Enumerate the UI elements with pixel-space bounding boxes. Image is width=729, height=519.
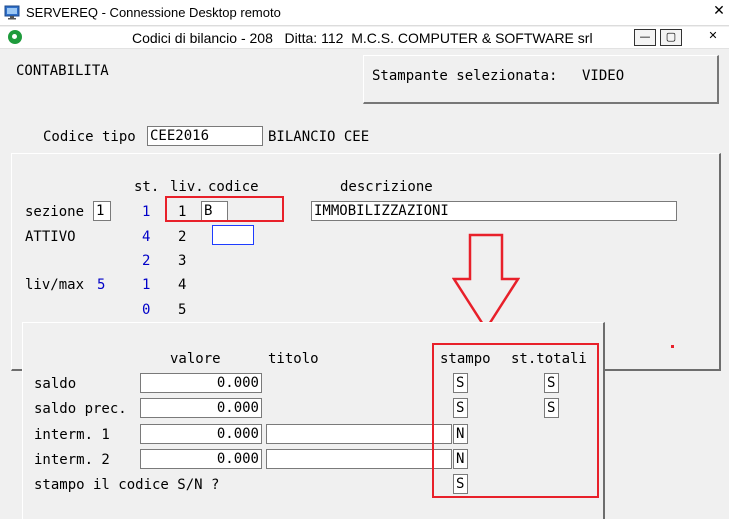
app-logo-icon xyxy=(8,30,22,44)
level-st-value: 1 xyxy=(142,277,151,293)
col-titolo-header: titolo xyxy=(268,351,319,367)
codice-tipo-label: Codice tipo xyxy=(43,129,136,145)
level-liv-value: 3 xyxy=(178,253,187,269)
col-descrizione-header: descrizione xyxy=(340,179,433,195)
valore-input[interactable]: 0.000 xyxy=(140,398,262,418)
level-liv-value: 5 xyxy=(178,302,187,318)
col-codice-header: codice xyxy=(208,179,259,195)
module-label: CONTABILITA xyxy=(16,63,109,79)
valore-input[interactable]: 0.000 xyxy=(140,449,262,469)
level-codice-input[interactable] xyxy=(212,225,254,245)
minimize-button[interactable]: — xyxy=(634,29,656,46)
attivo-label: ATTIVO xyxy=(25,229,76,245)
rdp-title-bar: SERVEREQ - Connessione Desktop remoto ✕ xyxy=(0,0,729,26)
red-dot xyxy=(671,345,674,348)
level-st-value: 1 xyxy=(142,204,151,220)
stampo-codice-label: stampo il codice S/N ? xyxy=(34,477,220,493)
valore-input[interactable]: 0.000 xyxy=(140,373,262,393)
app-window-title: Codici di bilancio - 208 Ditta: 112 M.C.… xyxy=(132,30,593,46)
codice-tipo-description: BILANCIO CEE xyxy=(268,129,370,145)
col-valore-header: valore xyxy=(170,351,221,367)
rdp-window-title: SERVEREQ - Connessione Desktop remoto xyxy=(26,5,281,20)
remote-desktop-icon xyxy=(4,5,20,20)
col-liv-header: liv. xyxy=(170,179,204,195)
printer-value: VIDEO xyxy=(582,68,625,84)
livmax-value: 5 xyxy=(97,277,106,293)
value-row-label: interm. 1 xyxy=(34,427,110,443)
value-row-label: interm. 2 xyxy=(34,452,110,468)
value-row-label: saldo prec. xyxy=(34,401,127,417)
sezione-input[interactable]: 1 xyxy=(93,201,111,221)
level-st-value: 0 xyxy=(142,302,151,318)
printer-label: Stampante selezionata: xyxy=(372,68,558,84)
arrow-down-icon xyxy=(452,233,520,331)
level-liv-value: 4 xyxy=(178,277,187,293)
restore-button[interactable]: ▢ xyxy=(660,29,682,46)
sezione-label: sezione xyxy=(25,204,85,220)
level-liv-value: 2 xyxy=(178,229,187,245)
app-title-bar: Codici di bilancio - 208 Ditta: 112 M.C.… xyxy=(0,27,729,49)
level-st-value: 4 xyxy=(142,229,151,245)
level-st-value: 2 xyxy=(142,253,151,269)
stampo-highlight-box xyxy=(432,343,599,498)
titolo-input[interactable] xyxy=(266,449,452,469)
level-descrizione-input[interactable]: IMMOBILIZZAZIONI xyxy=(311,201,677,221)
codice-tipo-input[interactable]: CEE2016 xyxy=(147,126,263,146)
app-close-button[interactable]: ✕ xyxy=(700,29,726,46)
codice-highlight-box xyxy=(165,196,284,222)
valore-input[interactable]: 0.000 xyxy=(140,424,262,444)
col-st-header: st. xyxy=(134,179,160,195)
titolo-input[interactable] xyxy=(266,424,452,444)
rdp-close-button[interactable]: ✕ xyxy=(709,0,729,24)
value-row-label: saldo xyxy=(34,376,77,392)
livmax-label: liv/max xyxy=(25,277,85,293)
